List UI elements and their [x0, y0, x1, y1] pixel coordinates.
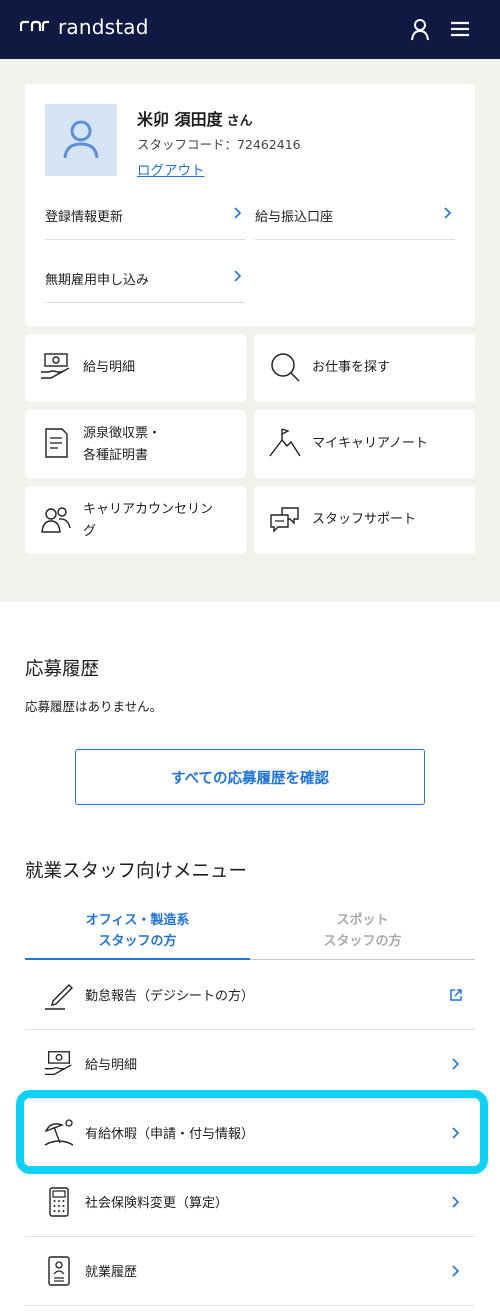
profile-link-label: 給与振込口座 — [255, 210, 334, 225]
tile-label: お仕事を探す — [312, 360, 391, 375]
search-icon — [271, 353, 300, 382]
chevron-right-icon — [234, 207, 242, 219]
profile-link-label: 登録情報更新 — [45, 210, 124, 225]
randstad-logo-icon — [20, 20, 49, 31]
mountain-flag-icon — [269, 428, 301, 457]
tile-label: マイキャリアノート — [312, 436, 428, 451]
view-all-applications-button[interactable]: すべての応募履歴を確認 — [75, 749, 425, 805]
top-header: randstad — [0, 0, 500, 59]
tab-label-line1: スポット — [336, 913, 389, 928]
tab-label-line1: オフィス・製造系 — [85, 913, 190, 928]
menu-item-payslip[interactable]: 給与明細 — [25, 1030, 475, 1099]
calculator-icon — [49, 1187, 69, 1217]
tab-divider — [250, 959, 475, 960]
profile-link-indefinite-employment[interactable]: 無期雇用申し込み — [45, 255, 245, 303]
profile-link-bank-account[interactable]: 給与振込口座 — [255, 192, 455, 240]
payslip-icon — [41, 353, 70, 379]
tile-label: スタッフサポート — [312, 512, 417, 527]
logo-text: randstad — [58, 15, 149, 39]
tab-label-line2: スタッフの方 — [98, 934, 177, 949]
tile-career-counseling[interactable]: キャリアカウンセリン グ — [25, 486, 246, 554]
payslip-icon — [44, 1051, 72, 1076]
menu-item-work-history[interactable]: 就業履歴 — [25, 1237, 475, 1306]
logout-link[interactable]: ログアウト — [137, 159, 205, 179]
tile-staff-support[interactable]: スタッフサポート — [254, 486, 475, 554]
tile-label-line2: 各種証明書 — [83, 448, 149, 463]
tile-certificates[interactable]: 源泉徴収票・ 各種証明書 — [25, 410, 246, 478]
tab-office-manufacturing[interactable]: オフィス・製造系 スタッフの方 — [25, 910, 250, 952]
tile-payslip[interactable]: 給与明細 — [25, 334, 246, 402]
people-icon — [41, 507, 71, 533]
avatar-person-icon — [63, 120, 99, 159]
tile-find-jobs[interactable]: お仕事を探す — [254, 334, 475, 402]
chevron-right-icon — [234, 270, 242, 282]
active-tab-indicator — [25, 958, 250, 960]
menu-item-label: 社会保険料変更（算定） — [85, 1196, 229, 1211]
applications-title: 応募履歴 — [25, 659, 100, 680]
tile-label: キャリアカウンセリン グ — [83, 499, 213, 543]
tile-label-line1: キャリアカウンセリン — [83, 502, 214, 517]
staff-code: スタッフコード：72462416 — [137, 137, 301, 152]
tab-spot[interactable]: スポット スタッフの方 — [250, 910, 475, 952]
hamburger-icon[interactable] — [447, 16, 473, 42]
tile-label-line1: 源泉徴収票・ — [83, 426, 162, 441]
tile-label: 源泉徴収票・ 各種証明書 — [83, 423, 161, 467]
menu-item-attendance-report[interactable]: 勤怠報告（デジシートの方） — [25, 961, 475, 1030]
menu-item-social-insurance[interactable]: 社会保険料変更（算定） — [25, 1168, 475, 1237]
randstad-logo[interactable]: randstad — [20, 15, 149, 39]
menu-item-label: 給与明細 — [85, 1058, 138, 1073]
chevron-right-icon — [444, 207, 452, 219]
highlight-box — [16, 1090, 488, 1174]
chevron-right-icon — [452, 1058, 460, 1070]
id-card-icon — [48, 1256, 70, 1286]
document-icon — [45, 428, 68, 458]
pen-icon — [45, 984, 73, 1010]
tile-career-note[interactable]: マイキャリアノート — [254, 410, 475, 478]
tab-label-line2: スタッフの方 — [323, 934, 402, 949]
person-icon[interactable] — [407, 16, 433, 42]
menu-item-label: 勤怠報告（デジシートの方） — [85, 989, 255, 1004]
profile-link-label: 無期雇用申し込み — [45, 273, 150, 288]
profile-link-registration[interactable]: 登録情報更新 — [45, 192, 245, 240]
chevron-right-icon — [452, 1196, 460, 1208]
menu-item-label: 就業履歴 — [85, 1265, 138, 1280]
avatar — [45, 104, 117, 176]
honorific: さん — [226, 114, 253, 129]
staff-menu-title: 就業スタッフ向けメニュー — [25, 861, 248, 882]
chat-icon — [270, 507, 299, 533]
tile-label: 給与明細 — [83, 360, 136, 375]
user-name-text: 米卯 須田度 — [137, 110, 223, 129]
applications-empty-text: 応募履歴はありません。 — [25, 699, 163, 714]
chevron-right-icon — [452, 1265, 460, 1277]
user-name: 米卯 須田度 さん — [137, 106, 253, 130]
profile-card: 米卯 須田度 さん スタッフコード：72462416 ログアウト 登録情報更新 給… — [25, 84, 475, 326]
tile-label-line2: グ — [83, 524, 97, 539]
external-link-icon — [450, 989, 462, 1001]
